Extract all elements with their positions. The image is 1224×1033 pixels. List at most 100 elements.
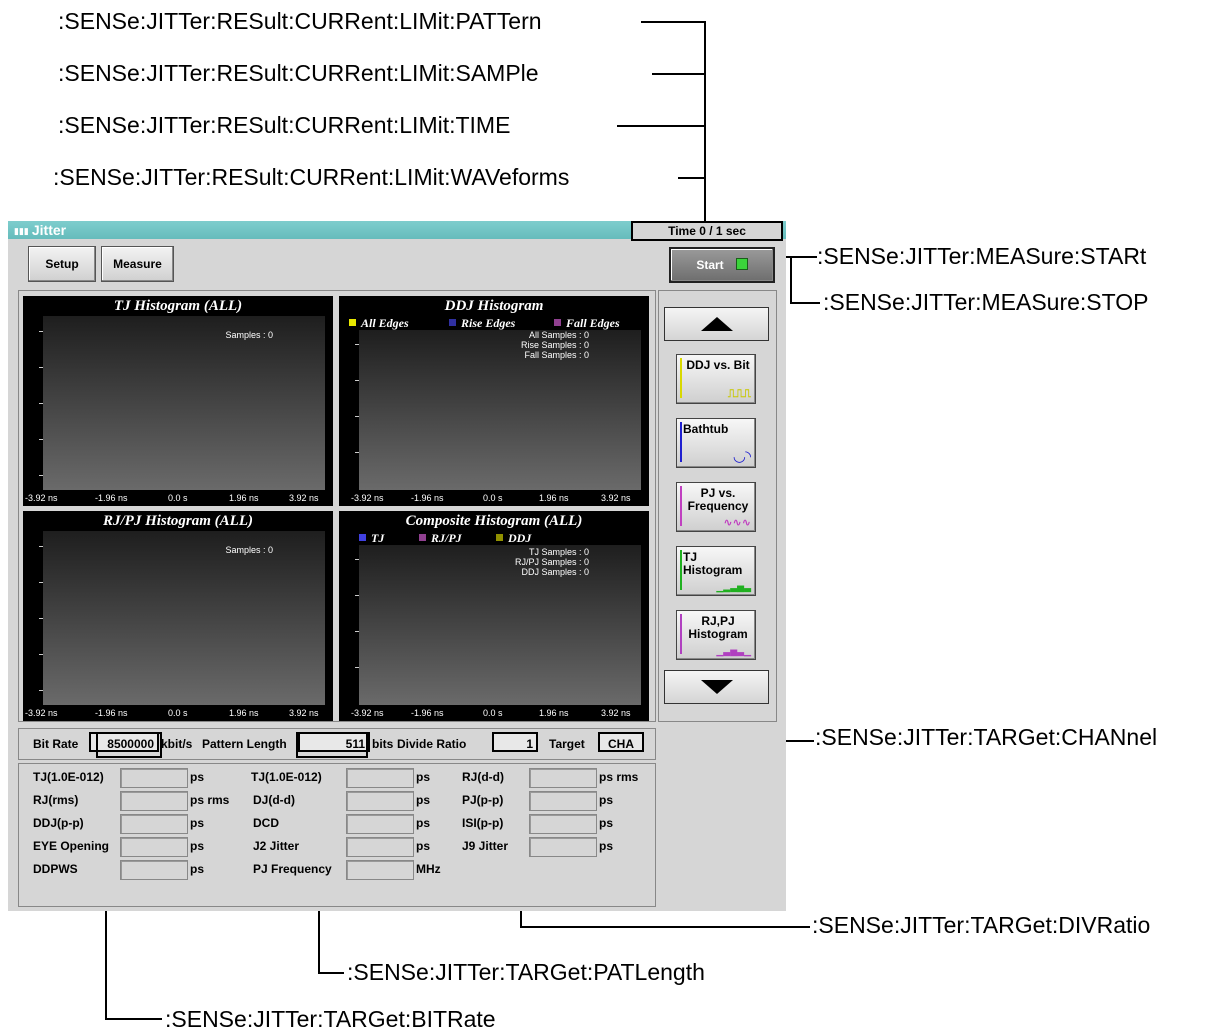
leader-line — [678, 177, 705, 179]
pattern-length-unit: bits — [372, 737, 394, 751]
result-label: J9 Jitter — [462, 839, 509, 853]
result-value — [529, 768, 597, 788]
ddj-histogram-panel: DDJ Histogram All Edges Rise Edges Fall … — [339, 296, 649, 506]
result-label: DDPWS — [33, 862, 78, 876]
result-value — [529, 837, 597, 857]
result-unit: ps — [599, 793, 614, 807]
legend-fall-edges: Fall Edges — [554, 316, 620, 331]
graph-area: TJ Histogram (ALL) Samples : 0 -3.92 ns -… — [18, 290, 656, 722]
leader-line — [520, 926, 810, 928]
result-unit: ps — [416, 793, 431, 807]
result-label: DDJ(p-p) — [33, 816, 84, 830]
setup-button[interactable]: Setup — [28, 246, 96, 282]
cmd-target-divratio: :SENSe:JITTer:TARGet:DIVRatio — [812, 912, 1151, 938]
leader-line — [652, 73, 705, 75]
legend-rjpj: RJ/PJ — [419, 531, 462, 546]
result-label: EYE Opening — [33, 839, 110, 853]
plot-area — [43, 316, 325, 490]
samples-info: TJ Samples : 0 RJ/PJ Samples : 0 DDJ Sampl… — [514, 547, 589, 577]
result-unit: ps rms — [599, 770, 639, 784]
legend-tj: TJ — [359, 531, 384, 546]
result-label: ISI(p-p) — [462, 816, 504, 830]
rjpj-histogram-button[interactable]: RJ,PJ Histogram ▁▃▅▃▁ — [676, 610, 756, 660]
pattern-length-label: Pattern Length — [202, 737, 287, 751]
cmd-limit-waveforms: :SENSe:JITTer:RESult:CURRent:LIMit:WAVef… — [53, 164, 570, 190]
result-value — [529, 791, 597, 811]
histogram-icon: ▁▃▅▃▁ — [716, 646, 751, 656]
x-axis-ticks: -3.92 ns -1.96 ns 0.0 s 1.96 ns 3.92 ns — [351, 708, 631, 718]
legend-rise-edges: Rise Edges — [449, 316, 515, 331]
leader-line — [790, 302, 820, 304]
panel-title: TJ Histogram (ALL) — [113, 298, 243, 314]
cmd-meas-stop: :SENSe:JITTer:MEASure:STOP — [823, 289, 1149, 315]
patlength-callout-box — [296, 732, 368, 758]
result-unit: ps — [416, 816, 431, 830]
result-value — [346, 860, 414, 880]
result-unit: ps rms — [190, 793, 230, 807]
result-value — [120, 837, 188, 857]
result-value — [346, 837, 414, 857]
result-unit: ps — [599, 839, 614, 853]
result-unit: ps — [190, 816, 205, 830]
rjpj-histogram-panel: RJ/PJ Histogram (ALL) Samples : 0 -3.92 … — [23, 511, 333, 721]
samples-info: All Samples : 0 Rise Samples : 0 Fall Samp… — [520, 330, 589, 360]
divide-ratio-label: Divide Ratio — [397, 737, 467, 751]
time-status: Time 0 / 1 sec — [631, 221, 783, 241]
bathtub-curve-icon: ◡◝ — [733, 448, 751, 465]
scroll-down-button[interactable] — [664, 670, 769, 704]
result-label: PJ Frequency — [253, 862, 332, 876]
result-value — [120, 814, 188, 834]
ddj-wave-icon: ⎍⎍⎍ — [727, 388, 751, 400]
divide-ratio-field[interactable]: 1 — [492, 732, 538, 752]
ddj-vs-bit-button[interactable]: DDJ vs. Bit ⎍⎍⎍ — [676, 354, 756, 404]
jitter-window: ▮▮▮ Jitter Time 0 / 1 sec Setup Measure S… — [8, 221, 786, 911]
result-unit: ps — [599, 816, 614, 830]
bitrate-label: Bit Rate — [33, 737, 79, 751]
cmd-limit-time: :SENSe:JITTer:RESult:CURRent:LIMit:TIME — [58, 112, 511, 138]
result-value — [120, 768, 188, 788]
cmd-limit-sample: :SENSe:JITTer:RESult:CURRent:LIMit:SAMPl… — [58, 60, 539, 86]
result-unit: ps — [190, 839, 205, 853]
result-label: TJ(1.0E-012) — [251, 770, 322, 784]
result-value — [120, 791, 188, 811]
leader-line — [790, 256, 792, 304]
samples-info: Samples : 0 — [225, 330, 273, 340]
panel-title: RJ/PJ Histogram (ALL) — [103, 513, 253, 529]
bathtub-button[interactable]: Bathtub ◡◝ — [676, 418, 756, 468]
plot-area — [43, 531, 325, 705]
legend-ddj: DDJ — [496, 531, 531, 546]
result-unit: ps — [190, 770, 205, 784]
sine-wave-icon: ∿∿∿ — [723, 517, 751, 529]
arrow-down-icon — [701, 680, 733, 694]
result-label: DCD — [253, 816, 279, 830]
view-selector: DDJ vs. Bit ⎍⎍⎍ Bathtub ◡◝ PJ vs. Freque… — [658, 290, 777, 722]
bitrate-unit: kbit/s — [161, 737, 193, 751]
leader-line — [318, 972, 344, 974]
start-button[interactable]: Start — [669, 247, 775, 283]
samples-info: Samples : 0 — [225, 545, 273, 555]
leader-line — [105, 1018, 162, 1020]
result-value — [346, 791, 414, 811]
bar-chart-icon: ▮▮▮ — [14, 226, 29, 236]
result-unit: MHz — [416, 862, 441, 876]
arrow-up-icon — [701, 317, 733, 331]
result-label: PJ(p-p) — [462, 793, 504, 807]
result-value — [346, 814, 414, 834]
panel-title: DDJ Histogram — [444, 298, 544, 314]
pj-vs-frequency-button[interactable]: PJ vs. Frequency ∿∿∿ — [676, 482, 756, 532]
bitrate-callout-box — [96, 732, 162, 758]
result-label: DJ(d-d) — [253, 793, 295, 807]
tj-histogram-panel: TJ Histogram (ALL) Samples : 0 -3.92 ns -… — [23, 296, 333, 506]
result-value — [120, 860, 188, 880]
tj-histogram-button[interactable]: TJ Histogram ▁▂▃▅▃ — [676, 546, 756, 596]
x-axis-ticks: -3.92 ns -1.96 ns 0.0 s 1.96 ns 3.92 ns — [25, 493, 319, 503]
target-channel-field[interactable]: CHA — [598, 732, 644, 752]
leader-line — [704, 21, 706, 223]
measure-button[interactable]: Measure — [101, 246, 174, 282]
scroll-up-button[interactable] — [664, 307, 769, 341]
result-value — [529, 814, 597, 834]
result-unit: ps — [190, 862, 205, 876]
result-unit: ps — [416, 839, 431, 853]
composite-histogram-panel: Composite Histogram (ALL) TJ RJ/PJ DDJ T… — [339, 511, 649, 721]
x-axis-ticks: -3.92 ns -1.96 ns 0.0 s 1.96 ns 3.92 ns — [351, 493, 631, 503]
